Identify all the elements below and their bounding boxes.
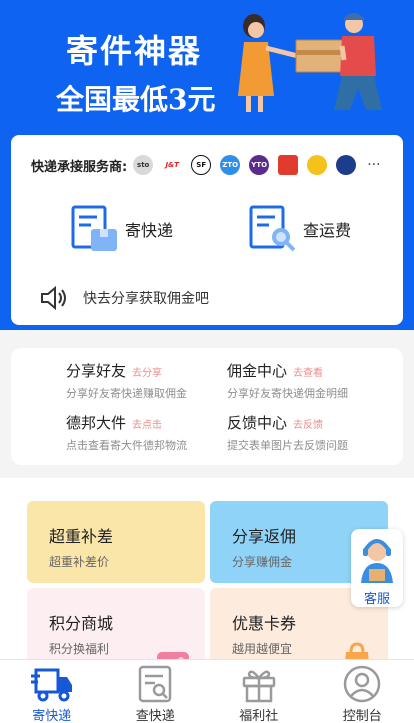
- yunda-logo-icon: [307, 155, 328, 175]
- share-friends-desc: 分享好友寄快递赚取佣金: [66, 387, 187, 400]
- points-mall-title: 积分商城: [49, 614, 114, 633]
- banner-subtitle: 全国最低3元: [56, 83, 216, 116]
- notice-text: 快去分享获取佣金吧: [83, 291, 209, 307]
- share-friends-link[interactable]: 去分享: [132, 368, 162, 379]
- tab-console-label: 控制台: [342, 709, 382, 723]
- fee-search-icon: [249, 205, 296, 252]
- feedback-center-title: 反馈中心: [227, 414, 288, 432]
- more-icon[interactable]: ···: [367, 157, 380, 173]
- customer-service-button[interactable]: 客服: [351, 529, 403, 607]
- yto-logo-icon: YTO: [249, 155, 270, 175]
- debang-large-desc: 点击查看寄大件德邦物流: [66, 439, 187, 452]
- points-mall-tile[interactable]: 积分商城 积分换福利: [27, 588, 205, 670]
- debang-large-link[interactable]: 去点击: [132, 420, 162, 431]
- truck-icon: [30, 668, 72, 702]
- tab-welfare[interactable]: 福利社: [207, 660, 311, 723]
- jt-logo-icon: J&T: [162, 155, 183, 175]
- feedback-center-item[interactable]: 反馈中心 去反馈 提交表单图片去反馈问题: [227, 412, 348, 453]
- send-express-label: 寄快递: [125, 221, 174, 240]
- debang-large-title: 德邦大件: [66, 414, 127, 432]
- tab-console[interactable]: 控制台: [311, 660, 414, 723]
- zto-logo-icon: ZTO: [220, 155, 241, 175]
- sf-logo-icon: SF: [191, 155, 212, 175]
- tab-track-express-label: 查快递: [135, 709, 175, 723]
- share-panel: 分享好友 去分享 分享好友寄快递赚取佣金 佣金中心 去查看 分享好友寄快递佣金明细 …: [11, 348, 403, 465]
- share-notice[interactable]: 快去分享获取佣金吧: [39, 285, 209, 311]
- debang-large-item[interactable]: 德邦大件 去点击 点击查看寄大件德邦物流: [66, 412, 187, 453]
- tab-send-express-label: 寄快递: [32, 709, 72, 723]
- commission-center-title: 佣金中心: [227, 362, 288, 380]
- overweight-desc: 超重补差价: [49, 555, 110, 569]
- feedback-center-link[interactable]: 去反馈: [293, 420, 323, 431]
- ems-logo-icon: [278, 155, 299, 175]
- banner-title: 寄件神器: [66, 32, 203, 70]
- share-friends-item[interactable]: 分享好友 去分享 分享好友寄快递赚取佣金: [66, 360, 187, 401]
- gift-icon: [242, 670, 275, 703]
- coupon-title: 优惠卡券: [232, 614, 297, 633]
- customer-service-icon: [361, 539, 393, 583]
- send-express-button[interactable]: 寄快递: [69, 203, 173, 255]
- carrier-list: 快递承接服务商: sto J&T SF ZTO YTO ···: [31, 155, 381, 175]
- tab-send-express[interactable]: 寄快递: [0, 660, 104, 723]
- carriers-label: 快递承接服务商:: [31, 159, 128, 175]
- commission-center-item[interactable]: 佣金中心 去查看 分享好友寄快递佣金明细: [227, 360, 348, 401]
- user-icon: [344, 665, 381, 703]
- commission-center-link[interactable]: 去查看: [293, 368, 323, 379]
- sto-logo-icon: sto: [133, 155, 154, 175]
- shipping-card: 快递承接服务商: sto J&T SF ZTO YTO ··· 寄快递 查运费: [11, 135, 403, 325]
- overweight-tile[interactable]: 超重补差 超重补差价: [27, 501, 205, 583]
- tab-welfare-label: 福利社: [239, 709, 279, 723]
- best-logo-icon: [336, 155, 357, 175]
- send-package-icon: [71, 205, 117, 251]
- commission-center-desc: 分享好友寄快递佣金明细: [227, 387, 348, 400]
- speaker-icon: [41, 285, 66, 311]
- courier-illustration: [238, 13, 382, 112]
- tab-track-express[interactable]: 查快递: [104, 660, 208, 723]
- share-friends-title: 分享好友: [66, 362, 127, 380]
- customer-service-label: 客服: [363, 592, 390, 607]
- overweight-title: 超重补差: [49, 527, 114, 546]
- search-doc-icon: [139, 665, 172, 703]
- check-fee-label: 查运费: [303, 221, 352, 240]
- feedback-center-desc: 提交表单图片去反馈问题: [227, 439, 348, 452]
- check-fee-button[interactable]: 查运费: [247, 203, 351, 255]
- bottom-tab-bar: 寄快递 查快递 福利社 控制台: [0, 659, 414, 723]
